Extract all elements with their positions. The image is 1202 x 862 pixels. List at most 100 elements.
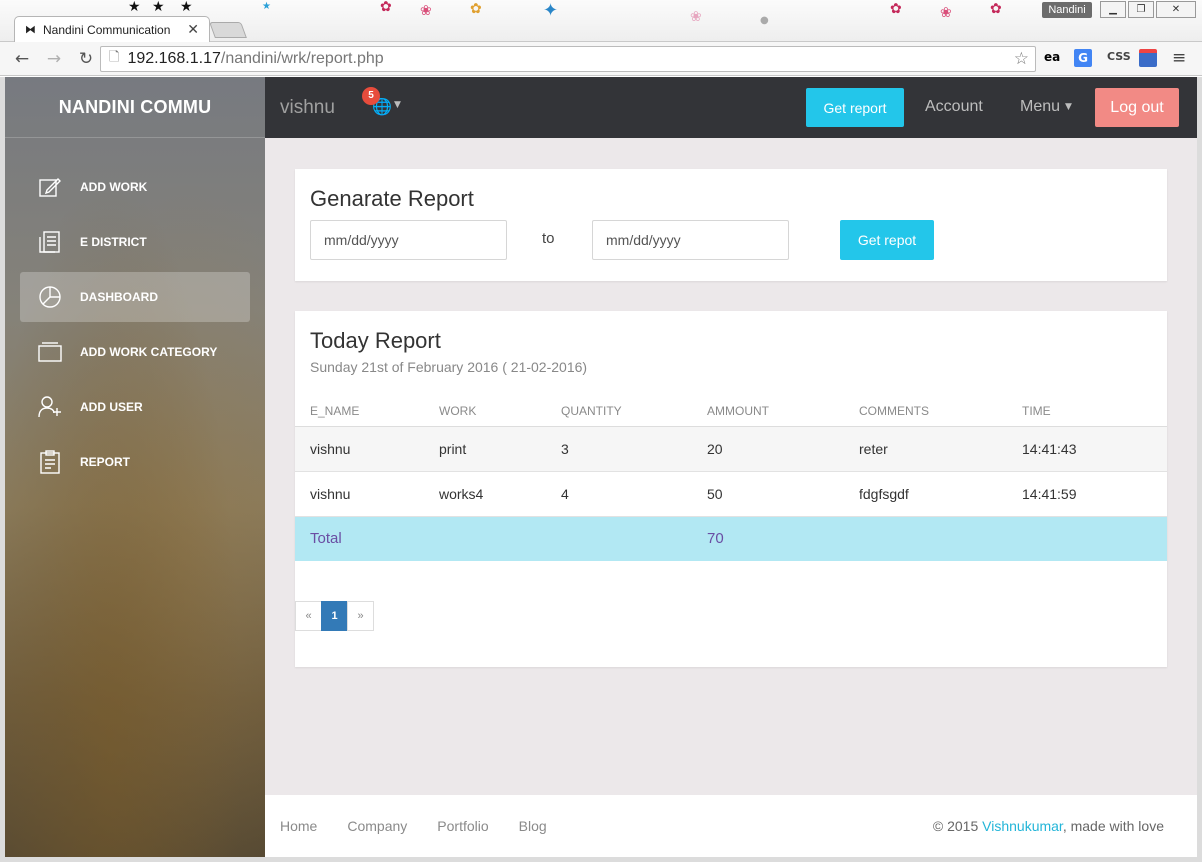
main-content: Genarate Report to Get repot Today Repor…	[265, 138, 1197, 795]
cell-quantity: 3	[546, 426, 692, 472]
close-window-icon[interactable]: ✕	[1156, 1, 1196, 18]
column-header-comments: COMMENTS	[844, 396, 1007, 427]
extension-keyboard-icon[interactable]	[1139, 49, 1157, 67]
document-icon	[37, 229, 63, 255]
page-icon: 🗋	[109, 50, 120, 65]
sidebar-menu: ADD WORK E DISTRICT DASHBOARD ADD WORK C…	[5, 162, 265, 487]
account-link[interactable]: Account	[925, 98, 983, 116]
window-frame-bottom	[0, 857, 1202, 862]
sidebar-item-add-work[interactable]: ADD WORK	[20, 162, 250, 212]
copyright-prefix: © 2015	[932, 818, 983, 834]
total-empty-cell	[844, 516, 1007, 561]
decorative-flower-icon: ✿	[470, 1, 482, 17]
decorative-flower-icon: ✿	[890, 1, 902, 17]
bookmark-star-icon[interactable]: ☆	[1014, 49, 1029, 69]
chrome-menu-icon[interactable]: ≡	[1172, 48, 1186, 68]
extension-translate-icon[interactable]: G	[1074, 49, 1092, 67]
cell-comments: fdgfsgdf	[844, 471, 1007, 517]
pagination: « 1 »	[295, 601, 374, 631]
window-controls: ▁ ❐ ✕	[1100, 1, 1196, 18]
new-tab-button[interactable]	[209, 22, 247, 38]
edit-icon	[37, 174, 63, 200]
forward-arrow-icon[interactable]: →	[44, 49, 64, 69]
cell-ammount: 20	[692, 426, 844, 472]
tab-close-icon[interactable]: ✕	[187, 22, 199, 38]
get-report-button[interactable]: Get report	[806, 88, 904, 127]
table-row: vishnu works4 4 50 fdgfsgdf 14:41:59	[295, 471, 1167, 517]
add-user-icon	[37, 394, 63, 420]
sidebar-item-e-district[interactable]: E DISTRICT	[20, 217, 250, 267]
folder-icon	[37, 339, 63, 365]
table-row: vishnu print 3 20 reter 14:41:43	[295, 426, 1167, 472]
report-date: Sunday 21st of February 2016 ( 21-02-201…	[310, 359, 588, 375]
sidebar-item-report[interactable]: REPORT	[20, 437, 250, 487]
decorative-flower-icon: ●	[760, 15, 769, 26]
report-table: E_NAME WORK QUANTITY AMMOUNT COMMENTS TI…	[295, 396, 1167, 561]
total-row: Total 70	[295, 516, 1167, 561]
window-frame-right	[1197, 77, 1202, 862]
profile-badge[interactable]: Nandini	[1042, 2, 1092, 18]
restore-icon[interactable]: ❐	[1128, 1, 1154, 18]
url-path: /nandini/wrk/report.php	[220, 50, 384, 67]
table-header-row: E_NAME WORK QUANTITY AMMOUNT COMMENTS TI…	[295, 396, 1167, 427]
pagination-next-button[interactable]: »	[347, 601, 374, 631]
current-user-name[interactable]: vishnu	[280, 97, 335, 119]
pagination-prev-button[interactable]: «	[295, 601, 322, 631]
decorative-flower-icon: ✿	[380, 0, 392, 15]
decorative-star-icon: ★	[180, 0, 193, 15]
decorative-star-icon: ★	[262, 1, 271, 12]
footer-link-home[interactable]: Home	[280, 818, 317, 834]
sidebar-item-label: ADD WORK	[80, 180, 148, 194]
column-header-work: WORK	[424, 396, 546, 427]
notifications-dropdown[interactable]: 🌐 5 ▼	[362, 87, 406, 117]
chevron-down-icon: ▼	[1065, 101, 1072, 112]
sidebar-item-add-user[interactable]: ADD USER	[20, 382, 250, 432]
reload-icon[interactable]: ↻	[76, 49, 96, 69]
footer-link-company[interactable]: Company	[347, 818, 407, 834]
browser-titlebar: ★ ★ ★ ★ ✿ ❀ ✿ ✦ ❀ ● ✿ ❀ ✿ ⧓ Nandini Comm…	[0, 0, 1202, 42]
today-report-title: Today Report	[310, 328, 441, 353]
to-date-input[interactable]	[592, 220, 789, 260]
extension-ea-icon[interactable]: ea	[1044, 50, 1060, 64]
decorative-butterfly-icon: ✦	[543, 0, 559, 21]
footer-link-blog[interactable]: Blog	[519, 818, 547, 834]
menu-dropdown[interactable]: Menu ▼	[1020, 98, 1072, 116]
column-header-quantity: QUANTITY	[546, 396, 692, 427]
cell-ammount: 50	[692, 471, 844, 517]
logout-button[interactable]: Log out	[1095, 88, 1179, 127]
decorative-star-icon: ★	[152, 0, 165, 15]
footer-link-portfolio[interactable]: Portfolio	[437, 818, 488, 834]
pagination-page-1[interactable]: 1	[321, 601, 348, 631]
author-link[interactable]: Vishnukumar	[982, 818, 1063, 834]
decorative-star-icon: ★	[128, 0, 141, 15]
column-header-e-name: E_NAME	[295, 396, 424, 427]
menu-label: Menu	[1020, 98, 1061, 115]
column-header-ammount: AMMOUNT	[692, 396, 844, 427]
sidebar-item-label: E DISTRICT	[80, 235, 147, 249]
column-header-time: TIME	[1007, 396, 1167, 427]
sidebar-item-dashboard[interactable]: DASHBOARD	[20, 272, 250, 322]
top-navbar: vishnu 🌐 5 ▼ Get report Account Menu ▼ Lo…	[265, 77, 1197, 138]
to-label: to	[542, 230, 555, 247]
bow-tie-favicon-icon: ⧓	[25, 23, 36, 36]
decorative-flower-icon: ❀	[940, 5, 952, 21]
total-empty-cell	[1007, 516, 1167, 561]
from-date-input[interactable]	[310, 220, 507, 260]
minimize-icon[interactable]: ▁	[1100, 1, 1126, 18]
address-bar[interactable]: 🗋 192.168.1.17/nandini/wrk/report.php ☆	[100, 46, 1036, 72]
total-empty-cell	[424, 516, 546, 561]
url-host: 192.168.1.17	[127, 50, 221, 67]
brand-title[interactable]: NANDINI COMMU	[5, 77, 265, 138]
extension-css-icon[interactable]: CSS	[1107, 50, 1131, 63]
today-report-card: Today Report Sunday 21st of February 201…	[295, 311, 1167, 667]
browser-tab[interactable]: ⧓ Nandini Communication ✕	[14, 16, 210, 42]
back-arrow-icon[interactable]: ←	[12, 49, 32, 69]
total-amount: 70	[692, 516, 844, 561]
copyright-suffix: , made with love	[1062, 818, 1164, 834]
footer: Home Company Portfolio Blog © 2015 Vishn…	[265, 795, 1197, 857]
cell-e-name: vishnu	[295, 471, 424, 517]
browser-toolbar: ← → ↻ 🗋 192.168.1.17/nandini/wrk/report.…	[0, 42, 1202, 76]
sidebar-item-add-work-category[interactable]: ADD WORK CATEGORY	[20, 327, 250, 377]
chevron-down-icon: ▼	[394, 100, 401, 110]
get-repot-button[interactable]: Get repot	[840, 220, 934, 260]
